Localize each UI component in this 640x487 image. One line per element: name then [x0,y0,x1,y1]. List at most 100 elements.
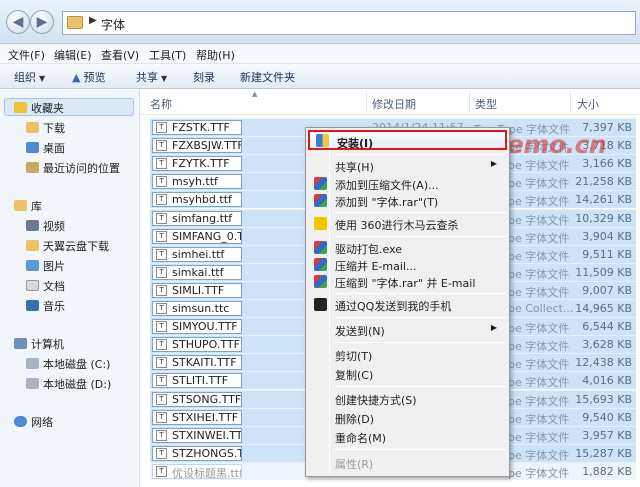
command-toolbar: 组织 ▼ ▲ 预览 共享 ▼ 刻录 新建文件夹 [0,64,640,89]
menu-item-label: 压缩到 "字体.rar" 并 E-mail [335,277,476,290]
qq-penguin-icon [314,298,327,311]
file-name-cell[interactable]: T FZYTK.TTF [152,156,242,172]
menu-item-driver-pack[interactable]: 驱动打包.exe [308,239,507,257]
sidebar-item-computer[interactable]: 计算机 [14,336,64,352]
file-name-cell[interactable]: Tsimsun.ttc [152,301,242,316]
menu-item-compress-email[interactable]: 压缩并 E-mail... [308,256,507,274]
file-name: msyh.ttf [172,175,218,189]
breadcrumb-current[interactable]: 字体 [101,16,125,33]
file-type: pe 字体文件 [508,340,570,354]
menu-item-delete[interactable]: 删除(D) [308,409,507,427]
forward-button[interactable]: ▶ [30,10,54,34]
sidebar-item-libraries[interactable]: 库 [14,198,42,214]
documents-icon [26,280,39,291]
column-header-size[interactable]: 大小 [577,96,599,120]
menu-tools[interactable]: 工具(T) [149,47,186,63]
sidebar-item-favorites[interactable]: 收藏夹 [14,100,64,116]
file-size: 6,544 KB [582,320,632,334]
file-name-cell[interactable]: T FZXBSJW.TTF [152,138,242,154]
menu-item-send-qq[interactable]: 通过QQ发送到我的手机 [308,296,507,314]
back-arrow-icon: ◀ [12,14,24,30]
column-divider[interactable] [366,92,367,112]
menu-item-label: 安装(I) [337,137,374,150]
menu-view[interactable]: 查看(V) [101,47,139,63]
sidebar-item-desktop[interactable]: 桌面 [26,140,65,156]
file-name-cell[interactable]: T 优设标题黑.ttf [152,463,242,479]
file-name-cell[interactable]: T STXINWEI.TTF [152,427,242,443]
sidebar-item-network[interactable]: 网络 [14,414,53,430]
file-name-cell[interactable]: T SIMYOU.TTF [152,319,242,335]
file-name-cell[interactable]: T SIMFANG_0.TTF [152,228,242,244]
sidebar-item-cloud-downloads[interactable]: 天翼云盘下载 [26,238,109,254]
file-name-cell[interactable]: T FZSTK.TTF [152,120,242,135]
organize-button[interactable]: 组织 ▼ [14,69,45,85]
file-name-cell[interactable]: T SIMLI.TTF [152,282,242,298]
menu-file[interactable]: 文件(F) [8,47,45,63]
chevron-down-icon: ▼ [39,74,46,83]
file-name-cell[interactable]: Tmsyh.ttf [152,174,242,190]
back-button[interactable]: ◀ [6,10,30,34]
file-name-cell[interactable]: Tsimkai.ttf [152,264,242,280]
sidebar-item-drive-c[interactable]: 本地磁盘 (C:) [26,356,110,372]
file-name-cell[interactable]: T STZHONGS.TTF [152,445,242,461]
address-bar[interactable]: ▶ 字体 [62,11,636,35]
menu-item-label: 添加到 "字体.rar"(T) [335,196,439,209]
column-header-date[interactable]: 修改日期 [372,96,416,120]
menu-item-send-to[interactable]: 发送到(N) ▶ [308,321,507,339]
file-name-cell[interactable]: T STKAITI.TTF [152,355,242,371]
file-name-cell[interactable]: Tsimfang.ttf [152,210,242,226]
menu-item-add-rar[interactable]: 添加到 "字体.rar"(T) [308,192,507,210]
menu-item-label: 删除(D) [335,413,375,426]
computer-icon [14,338,27,349]
menu-item-properties[interactable]: 属性(R) [308,454,507,472]
breadcrumb-arrow-icon[interactable]: ▶ [89,15,97,26]
preview-button[interactable]: ▲ 预览 [72,69,105,85]
menu-help[interactable]: 帮助(H) [196,47,235,63]
share-button[interactable]: 共享 ▼ [136,69,167,85]
file-name: FZXBSJW.TTF [172,139,242,153]
file-name-cell[interactable]: T STHUPO.TTF [152,337,242,353]
winrar-icon [314,241,327,254]
menu-item-share[interactable]: 共享(H) ▶ [308,157,507,175]
sidebar-item-recent[interactable]: 最近访问的位置 [26,160,120,176]
sidebar-item-downloads[interactable]: 下载 [26,120,65,136]
file-name-cell[interactable]: Tsimhei.ttf [152,246,242,262]
font-file-icon: T [156,176,167,188]
menu-item-create-shortcut[interactable]: 创建快捷方式(S) [308,390,507,408]
column-header-type[interactable]: 类型 [475,96,497,120]
sidebar-item-music[interactable]: 音乐 [26,298,65,314]
menu-item-360-scan[interactable]: 使用 360进行木马云查杀 [308,215,507,233]
file-size: 21,258 KB [575,175,632,189]
file-size: 15,287 KB [575,446,632,460]
menu-item-label: 属性(R) [335,458,374,471]
sidebar-item-documents[interactable]: 文档 [26,278,65,294]
sidebar-label: 文档 [43,280,65,293]
column-header-name[interactable]: 名称 [150,96,172,120]
sidebar-item-pictures[interactable]: 图片 [26,258,65,274]
new-folder-button[interactable]: 新建文件夹 [240,69,295,85]
video-icon [26,220,39,231]
share-label: 共享 [136,71,158,84]
sidebar-item-videos[interactable]: 视频 [26,218,65,234]
file-type: pe 字体文件 [508,177,570,191]
menu-item-copy[interactable]: 复制(C) [308,365,507,383]
menu-edit[interactable]: 编辑(E) [54,47,92,63]
file-name-cell[interactable]: Tmsyhbd.ttf [152,192,242,208]
column-divider[interactable] [469,92,470,112]
menu-item-cut[interactable]: 剪切(T) [308,346,507,364]
sidebar-item-drive-d[interactable]: 本地磁盘 (D:) [26,376,111,392]
file-name: simkai.ttf [172,265,224,279]
folder-icon [67,16,83,29]
file-name-cell[interactable]: T STXIHEI.TTF [152,409,242,425]
file-type: pe 字体文件 [508,394,570,408]
menu-item-install[interactable]: 安装(I) [308,130,507,150]
context-menu: 安装(I) 共享(H) ▶ 添加到压缩文件(A)... 添加到 "字体.rar"… [305,127,510,477]
file-name-cell[interactable]: T STLITI.TTF [152,373,242,389]
menu-item-add-archive[interactable]: 添加到压缩文件(A)... [308,175,507,193]
burn-button[interactable]: 刻录 [193,69,215,85]
file-name-cell[interactable]: T STSONG.TTF [152,391,242,407]
font-file-icon: T [156,140,167,152]
menu-item-rename[interactable]: 重命名(M) [308,428,507,446]
menu-item-compress-rar-email[interactable]: 压缩到 "字体.rar" 并 E-mail [308,273,507,291]
column-divider[interactable] [570,92,571,112]
